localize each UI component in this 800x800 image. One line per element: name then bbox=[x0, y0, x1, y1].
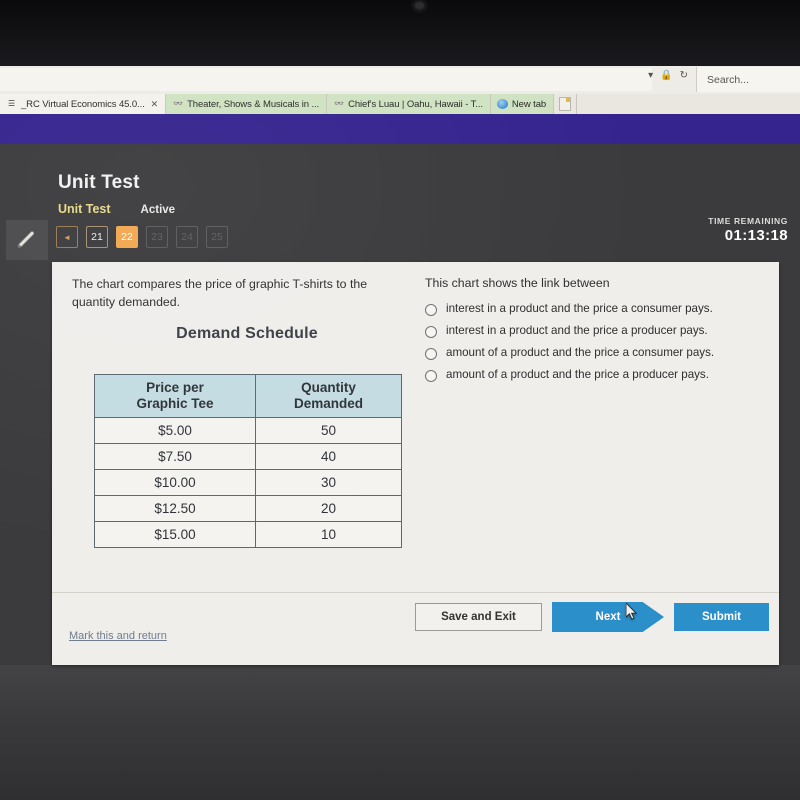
new-tab-button[interactable] bbox=[554, 94, 578, 114]
table-row: $7.50 40 bbox=[94, 443, 403, 471]
browser-tab-1[interactable]: 👓 Theater, Shows & Musicals in ... bbox=[166, 94, 328, 114]
question-prompt: The chart compares the price of graphic … bbox=[72, 277, 368, 309]
browser-chrome: ▾ 🔒 ↻ ☰ _RC Virtual Economics 45.0... ✕ … bbox=[0, 66, 800, 114]
breadcrumb: Unit Test Active bbox=[58, 202, 175, 216]
browser-tab-title: _RC Virtual Economics 45.0... bbox=[21, 98, 145, 110]
column-header-quantity: Quantity Demanded bbox=[254, 373, 403, 419]
radio-button-icon[interactable] bbox=[425, 370, 437, 382]
cell-price: $15.00 bbox=[94, 521, 256, 549]
toolbar-icon-group: ▾ 🔒 ↻ bbox=[648, 71, 688, 81]
question-button-22[interactable]: 22 bbox=[116, 226, 138, 248]
next-button[interactable]: Next bbox=[552, 602, 664, 632]
status-badge: Active bbox=[140, 204, 176, 216]
radio-button-icon[interactable] bbox=[425, 348, 437, 360]
answer-option-0[interactable]: interest in a product and the price a co… bbox=[425, 302, 760, 316]
column-header-price-line1: Price per bbox=[146, 380, 204, 395]
question-card: The chart compares the price of graphic … bbox=[52, 262, 779, 665]
address-bar[interactable] bbox=[0, 68, 652, 91]
question-button-25[interactable]: 25 bbox=[206, 226, 228, 248]
browser-tab-2[interactable]: 👓 Chief's Luau | Oahu, Hawaii - T... bbox=[327, 94, 491, 114]
answer-option-1[interactable]: interest in a product and the price a pr… bbox=[425, 324, 760, 338]
answer-option-label: amount of a product and the price a cons… bbox=[446, 346, 715, 359]
cell-price: $7.50 bbox=[94, 443, 256, 471]
close-icon[interactable]: ✕ bbox=[151, 99, 159, 110]
answer-option-3[interactable]: amount of a product and the price a prod… bbox=[425, 368, 760, 382]
browser-tab-0[interactable]: ☰ _RC Virtual Economics 45.0... ✕ bbox=[0, 94, 167, 114]
cell-price: $10.00 bbox=[94, 469, 256, 497]
pencil-tool-button[interactable] bbox=[6, 220, 48, 260]
browser-tab-title: Chief's Luau | Oahu, Hawaii - T... bbox=[348, 98, 483, 110]
table-row: $15.00 10 bbox=[94, 521, 403, 549]
save-and-exit-button[interactable]: Save and Exit bbox=[415, 603, 542, 631]
radio-button-icon[interactable] bbox=[425, 304, 437, 316]
browser-tab-title: New tab bbox=[511, 98, 547, 110]
next-button-wrapper: Next bbox=[552, 602, 664, 632]
column-header-quantity-line1: Quantity bbox=[301, 380, 356, 395]
chart-title: Demand Schedule bbox=[176, 325, 318, 342]
footer-button-row: Save and Exit Next Submit bbox=[415, 602, 769, 632]
timer-value: 01:13:18 bbox=[724, 227, 788, 244]
submit-button[interactable]: Submit bbox=[674, 603, 769, 631]
answer-section: This chart shows the link between intere… bbox=[425, 276, 760, 390]
browser-toolbar: ▾ 🔒 ↻ bbox=[0, 66, 800, 95]
browser-tab-strip: ☰ _RC Virtual Economics 45.0... ✕ 👓 Thea… bbox=[0, 94, 800, 114]
search-input[interactable] bbox=[705, 72, 799, 87]
question-button-24[interactable]: 24 bbox=[176, 226, 198, 248]
column-header-quantity-line2: Demanded bbox=[293, 396, 363, 412]
refresh-icon[interactable]: ↻ bbox=[680, 71, 688, 81]
webcam-icon bbox=[415, 2, 424, 9]
column-header-price-line2: Graphic Tee bbox=[136, 396, 214, 412]
table-row: $10.00 30 bbox=[94, 469, 403, 497]
screenshot-root: ▾ 🔒 ↻ ☰ _RC Virtual Economics 45.0... ✕ … bbox=[0, 0, 800, 800]
cell-price: $12.50 bbox=[94, 495, 256, 523]
answer-stem: This chart shows the link between bbox=[425, 276, 610, 290]
cell-price: $5.00 bbox=[94, 417, 256, 445]
glasses-icon: 👓 bbox=[334, 99, 344, 108]
browser-tab-3[interactable]: New tab bbox=[490, 94, 555, 114]
column-header-price: Price per Graphic Tee bbox=[94, 373, 256, 419]
question-button-23[interactable]: 23 bbox=[146, 226, 168, 248]
cell-quantity: 20 bbox=[254, 495, 403, 523]
answer-option-label: interest in a product and the price a pr… bbox=[446, 324, 708, 337]
browser-tab-title: Theater, Shows & Musicals in ... bbox=[187, 98, 320, 110]
browser-search-box[interactable] bbox=[696, 67, 800, 92]
tab-strip-filler bbox=[577, 94, 800, 114]
table-header-row: Price per Graphic Tee Quantity Demanded bbox=[94, 373, 403, 419]
demand-schedule-table: Price per Graphic Tee Quantity Demanded … bbox=[94, 373, 403, 549]
question-navigator: ◄ 21 22 23 24 25 bbox=[56, 226, 228, 248]
cell-quantity: 40 bbox=[254, 443, 403, 471]
page-title: Unit Test bbox=[58, 172, 140, 193]
footer-divider bbox=[52, 592, 779, 593]
page-icon: ☰ bbox=[7, 99, 16, 108]
answer-option-label: interest in a product and the price a co… bbox=[446, 302, 713, 315]
chevron-down-icon[interactable]: ▾ bbox=[648, 71, 653, 81]
answer-option-label: amount of a product and the price a prod… bbox=[446, 368, 709, 381]
pencil-icon bbox=[17, 231, 35, 248]
laptop-bezel bbox=[0, 0, 800, 68]
prev-question-button[interactable]: ◄ bbox=[56, 226, 78, 248]
question-button-21[interactable]: 21 bbox=[86, 226, 108, 248]
site-banner-bar bbox=[0, 114, 800, 144]
time-remaining: TIME REMAINING 01:13:18 bbox=[708, 216, 788, 244]
cell-quantity: 30 bbox=[254, 469, 403, 497]
lock-icon[interactable]: 🔒 bbox=[660, 71, 672, 81]
cell-quantity: 10 bbox=[254, 521, 403, 549]
glasses-icon: 👓 bbox=[173, 99, 183, 108]
answer-option-2[interactable]: amount of a product and the price a cons… bbox=[425, 346, 760, 360]
new-tab-icon bbox=[559, 97, 572, 111]
radio-button-icon[interactable] bbox=[425, 326, 437, 338]
mark-and-return-link[interactable]: Mark this and return bbox=[69, 630, 167, 642]
test-header: Unit Test Unit Test Active ◄ 21 22 23 24… bbox=[0, 150, 800, 260]
table-row: $5.00 50 bbox=[94, 417, 403, 445]
ie-icon bbox=[496, 99, 508, 109]
breadcrumb-unit-test[interactable]: Unit Test bbox=[58, 202, 111, 216]
timer-label: TIME REMAINING bbox=[708, 216, 788, 226]
cell-quantity: 50 bbox=[254, 417, 403, 445]
table-row: $12.50 20 bbox=[94, 495, 403, 523]
app-background-lower bbox=[0, 665, 800, 800]
